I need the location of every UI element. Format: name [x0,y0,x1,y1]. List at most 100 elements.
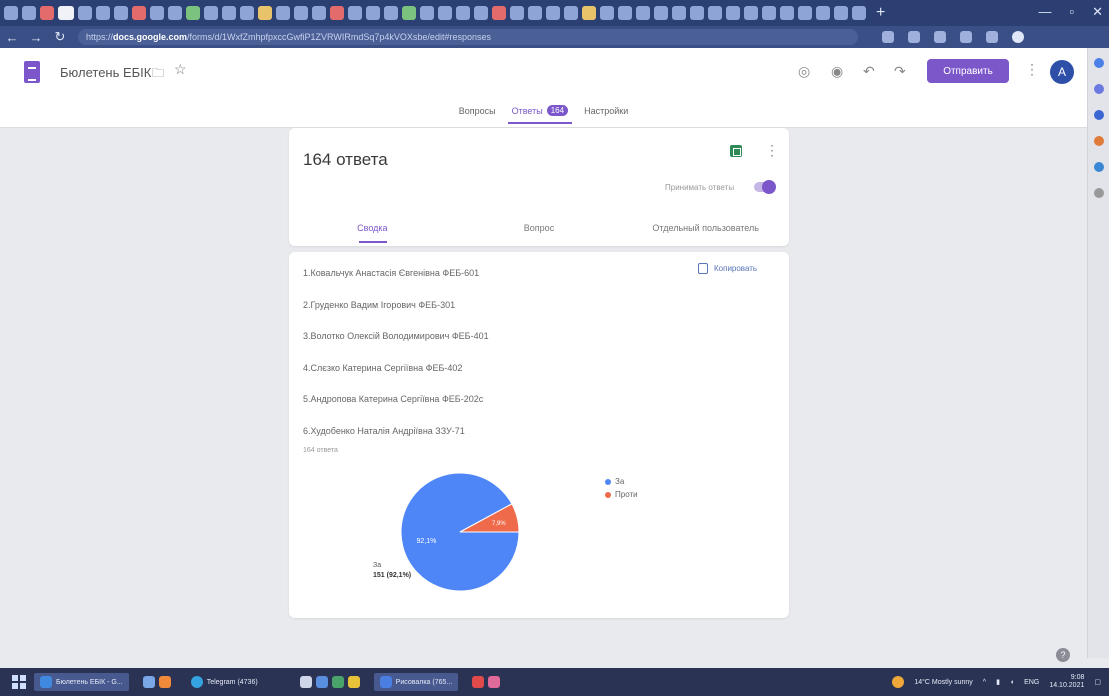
tab-favicon[interactable] [420,6,434,20]
redo-icon[interactable]: ↷ [894,63,906,80]
extension-icon[interactable] [986,31,998,43]
copy-chart-button[interactable]: Копировать [698,263,757,274]
tab-favicon[interactable] [546,6,560,20]
tab-favicon[interactable] [780,6,794,20]
clock[interactable]: 9:08 14.10.2021 [1049,674,1084,690]
tab-favicon[interactable] [384,6,398,20]
forms-logo-icon[interactable] [24,61,40,83]
notifications-icon[interactable]: ▢ [1094,678,1101,686]
document-title[interactable]: Бюлетень ЕБІК [60,65,151,80]
tab-favicon[interactable] [204,6,218,20]
extension-icon[interactable] [908,31,920,43]
tab-favicon[interactable] [600,6,614,20]
minimize-icon[interactable]: — [1038,4,1051,20]
taskbar-app-telegram[interactable]: Telegram (4736) [185,673,264,691]
tab-question[interactable]: Вопрос [456,223,623,241]
tab-favicon[interactable] [636,6,650,20]
network-icon[interactable]: ▮ [996,678,1000,686]
tab-summary[interactable]: Сводка [289,223,456,243]
undo-icon[interactable]: ↶ [863,63,875,80]
move-to-folder-icon[interactable]: 🗀 [152,64,164,85]
reload-icon[interactable]: ↻ [48,29,72,45]
tab-favicon[interactable] [438,6,452,20]
taskbar-app-paint[interactable]: Рисовалка (765... [373,673,459,691]
shopping-icon[interactable] [1093,84,1104,94]
tab-favicon[interactable] [744,6,758,20]
tab-favicon[interactable] [708,6,722,20]
more-vert-icon[interactable]: ⋮ [765,142,779,159]
taskbar-app-misc[interactable] [294,673,366,691]
tab-favicon[interactable] [240,6,254,20]
new-tab-icon[interactable]: + [876,4,885,22]
url-field[interactable]: https://docs.google.com/forms/d/1WxfZmhp… [78,29,858,45]
tab-favicon[interactable] [582,6,596,20]
tab-favicon[interactable] [132,6,146,20]
tab-favicon[interactable] [474,6,488,20]
help-icon[interactable]: ? [1056,648,1070,662]
volume-icon[interactable]: ◖ [1010,679,1014,686]
tab-favicon[interactable] [96,6,110,20]
person-icon[interactable] [1093,110,1104,120]
sheets-icon[interactable] [730,145,742,157]
taskbar-app-browser[interactable]: Бюлетень ЕБІК - G... [34,673,129,691]
search-icon[interactable] [1093,58,1104,68]
tab-responses[interactable]: Ответы 164 [504,101,576,124]
office-icon[interactable] [1093,136,1104,146]
tab-favicon[interactable] [366,6,380,20]
forward-icon[interactable]: → [24,30,48,45]
tab-favicon[interactable] [492,6,506,20]
tab-favicon[interactable] [672,6,686,20]
tab-favicon[interactable] [186,6,200,20]
tray-chevron-icon[interactable]: ^ [983,679,986,686]
tab-favicon[interactable] [4,6,18,20]
weather-text[interactable]: 14°C Mostly sunny [914,679,972,686]
tab-favicon[interactable] [402,6,416,20]
tab-favicon[interactable] [816,6,830,20]
tab-favicon[interactable] [834,6,848,20]
tab-favicon[interactable] [528,6,542,20]
tab-favicon[interactable] [852,6,866,20]
close-icon[interactable]: ✕ [1092,4,1103,20]
tab-favicon[interactable] [114,6,128,20]
add-icon[interactable] [1093,188,1104,198]
tab-favicon[interactable] [762,6,776,20]
tab-favicon[interactable] [798,6,812,20]
tab-questions[interactable]: Вопросы [451,101,504,124]
tab-favicon[interactable] [22,6,36,20]
star-icon[interactable]: ☆ [174,61,187,78]
tab-favicon[interactable] [150,6,164,20]
accept-responses-toggle[interactable] [754,180,776,194]
tab-favicon[interactable] [564,6,578,20]
palette-icon[interactable]: ◎ [798,63,810,80]
tab-favicon[interactable] [258,6,272,20]
tab-settings[interactable]: Настройки [576,101,636,124]
tab-favicon[interactable] [456,6,470,20]
tab-favicon[interactable] [78,6,92,20]
tab-favicon[interactable] [348,6,362,20]
tab-favicon[interactable] [618,6,632,20]
language-indicator[interactable]: ENG [1024,679,1039,686]
tab-favicon[interactable] [330,6,344,20]
extension-icon[interactable] [934,31,946,43]
taskbar-app-extra[interactable] [466,673,506,691]
avatar[interactable]: A [1050,60,1074,84]
preview-eye-icon[interactable]: ◉ [831,63,843,80]
tab-favicon[interactable] [312,6,326,20]
tab-favicon[interactable] [294,6,308,20]
tab-favicon[interactable] [510,6,524,20]
windows-start-icon[interactable] [12,675,26,689]
back-icon[interactable]: ← [0,30,24,45]
tab-favicon-active[interactable] [58,6,74,20]
tab-individual[interactable]: Отдельный пользователь [622,223,789,241]
outlook-icon[interactable] [1093,162,1104,172]
tab-favicon[interactable] [276,6,290,20]
tab-favicon[interactable] [726,6,740,20]
extension-icon[interactable] [882,31,894,43]
bookmark-star-icon[interactable] [960,31,972,43]
tab-favicon[interactable] [222,6,236,20]
more-vert-icon[interactable]: ⋮ [1025,61,1039,78]
taskbar-app-files[interactable] [137,673,177,691]
maximize-icon[interactable]: ▫ [1069,4,1074,20]
tab-favicon[interactable] [168,6,182,20]
tab-favicon[interactable] [654,6,668,20]
